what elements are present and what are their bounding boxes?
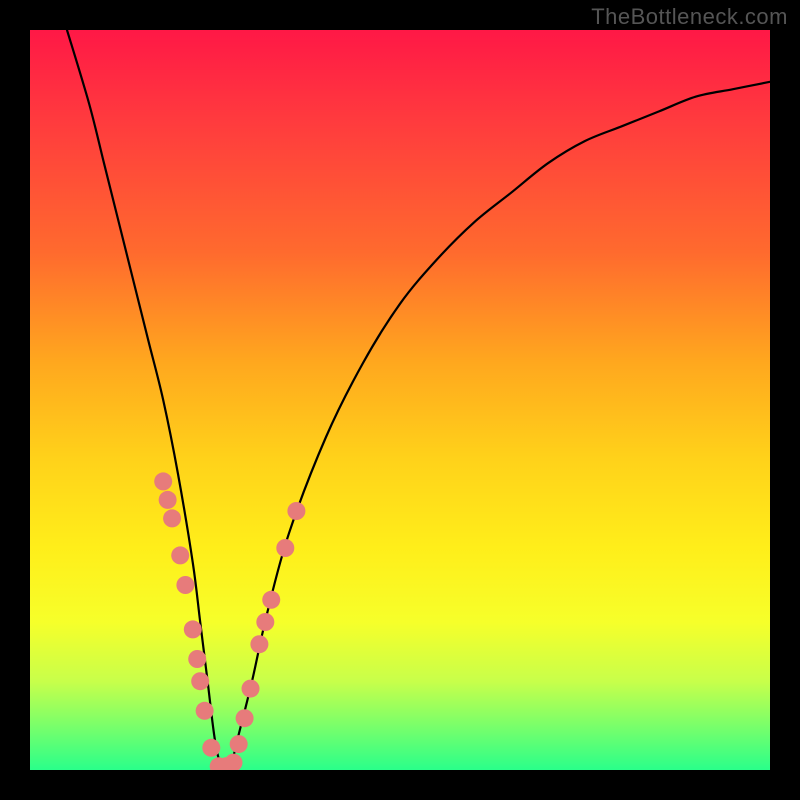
curve-marker [188,650,206,668]
curve-marker [202,739,220,757]
curve-markers [154,472,305,770]
curve-marker [250,635,268,653]
curve-marker [163,509,181,527]
curve-marker [176,576,194,594]
plot-area [30,30,770,770]
curve-marker [236,709,254,727]
curve-marker [225,754,243,770]
curve-marker [262,591,280,609]
curve-marker [191,672,209,690]
curve-marker [171,546,189,564]
curve-marker [159,491,177,509]
curve-marker [184,620,202,638]
curve-marker [154,472,172,490]
curve-marker [287,502,305,520]
curve-marker [242,680,260,698]
curve-marker [256,613,274,631]
curve-marker [276,539,294,557]
curve-marker [196,702,214,720]
chart-frame: TheBottleneck.com [0,0,800,800]
bottleneck-curve [67,30,770,770]
curve-svg [30,30,770,770]
watermark-text: TheBottleneck.com [591,4,788,30]
curve-marker [230,735,248,753]
